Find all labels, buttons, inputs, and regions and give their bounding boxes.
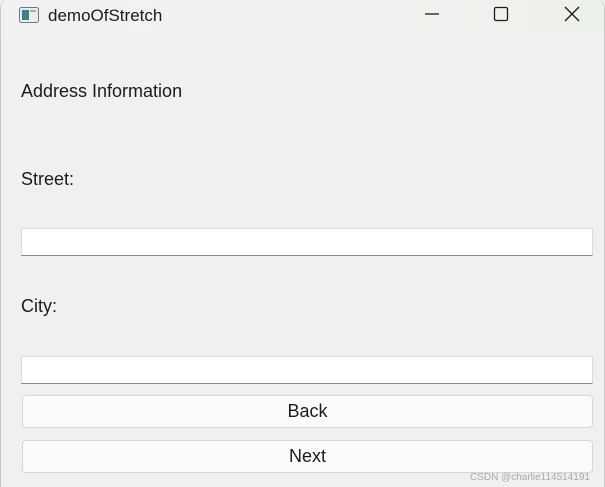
window-title: demoOfStretch <box>48 6 163 25</box>
minimize-icon <box>424 6 440 27</box>
close-button[interactable] <box>538 0 604 33</box>
title-bar[interactable]: demoOfStretch <box>1 0 604 33</box>
minimize-button[interactable] <box>398 0 466 33</box>
maximize-icon <box>493 6 509 27</box>
street-label: Street: <box>21 169 75 189</box>
app-window-icon <box>19 7 39 23</box>
maximize-button[interactable] <box>467 0 535 33</box>
close-icon <box>564 6 580 27</box>
next-button-label: Next <box>288 446 326 466</box>
app-window: demoOfStretch Address Information Street… <box>0 0 605 487</box>
city-label: City: <box>21 296 57 316</box>
next-button[interactable]: Next <box>22 440 593 473</box>
watermark-text: CSDN @charlie114514191 <box>469 472 590 483</box>
back-button-label: Back <box>287 401 328 421</box>
form-heading: Address Information <box>21 81 183 101</box>
city-input[interactable] <box>21 356 593 384</box>
street-input[interactable] <box>21 228 593 256</box>
back-button[interactable]: Back <box>22 395 593 428</box>
